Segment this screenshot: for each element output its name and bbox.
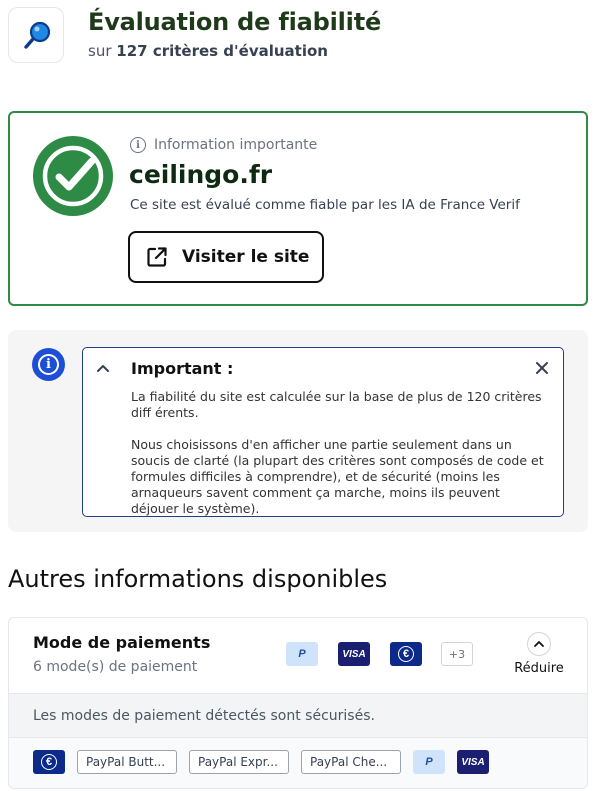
app-logo — [8, 7, 64, 63]
payments-subtitle: 6 mode(s) de paiement — [33, 659, 198, 675]
info-text: Information importante — [154, 137, 318, 153]
verdict-text: Ce site est évalué comme fiable par les … — [130, 197, 520, 213]
paypal-logo: P — [413, 750, 445, 774]
magnifier-icon — [24, 21, 51, 49]
site-domain: ceilingo.fr — [129, 160, 273, 189]
criteria-count: 127 critères d'évaluation — [116, 42, 328, 60]
more-methods-badge: +3 — [441, 642, 473, 666]
euro-symbol: € — [41, 754, 57, 770]
page-subtitle: sur 127 critères d'évaluation — [88, 42, 328, 60]
method-chip-paypal-buttons: PayPal Butt... — [77, 750, 177, 774]
visa-logo: VISA — [338, 642, 370, 666]
important-paragraph-2: Nous choisissons d'en afficher une parti… — [131, 437, 544, 516]
reduce-button[interactable]: Réduire — [509, 632, 569, 676]
page-title: Évaluation de fiabilité — [88, 8, 382, 36]
info-icon: i — [32, 348, 65, 381]
section-heading: Autres informations disponibles — [8, 565, 388, 593]
chevron-up-icon — [527, 632, 551, 656]
close-icon[interactable] — [535, 361, 549, 375]
important-paragraph-1: La fiabilité du site est calculée sur la… — [131, 389, 542, 420]
payments-card: Mode de paiements 6 mode(s) de paiement … — [8, 617, 588, 789]
visit-site-label: Visiter le site — [182, 247, 310, 267]
security-note-band: Les modes de paiement détectés sont sécu… — [9, 693, 587, 738]
payments-title: Mode de paiements — [33, 633, 211, 652]
euro-logo: € — [33, 750, 65, 774]
info-icon: i — [130, 137, 146, 153]
external-link-icon — [147, 247, 167, 267]
payment-methods-row: € PayPal Butt... PayPal Expr... PayPal C… — [9, 738, 587, 788]
method-chip-paypal-checkout: PayPal Che... — [301, 750, 401, 774]
method-chip-paypal-express: PayPal Expr... — [189, 750, 289, 774]
paypal-logo: P — [286, 642, 318, 666]
check-badge-icon — [33, 136, 113, 216]
euro-symbol: € — [398, 646, 414, 662]
important-box: Important : La fiabilité du site est cal… — [82, 347, 564, 517]
chevron-up-icon[interactable] — [95, 360, 111, 376]
visa-logo: VISA — [457, 750, 489, 774]
trust-card: i Information importante ceilingo.fr Ce … — [8, 111, 588, 306]
info-label: i Information importante — [130, 137, 317, 153]
important-title: Important : — [131, 359, 234, 378]
subtitle-prefix: sur — [88, 42, 112, 60]
security-note: Les modes de paiement détectés sont sécu… — [33, 708, 375, 724]
visit-site-button[interactable]: Visiter le site — [128, 231, 324, 283]
reduce-label: Réduire — [514, 661, 564, 676]
euro-logo: € — [390, 642, 422, 666]
important-panel: i Important : La fiabilité du site est c… — [8, 330, 588, 532]
